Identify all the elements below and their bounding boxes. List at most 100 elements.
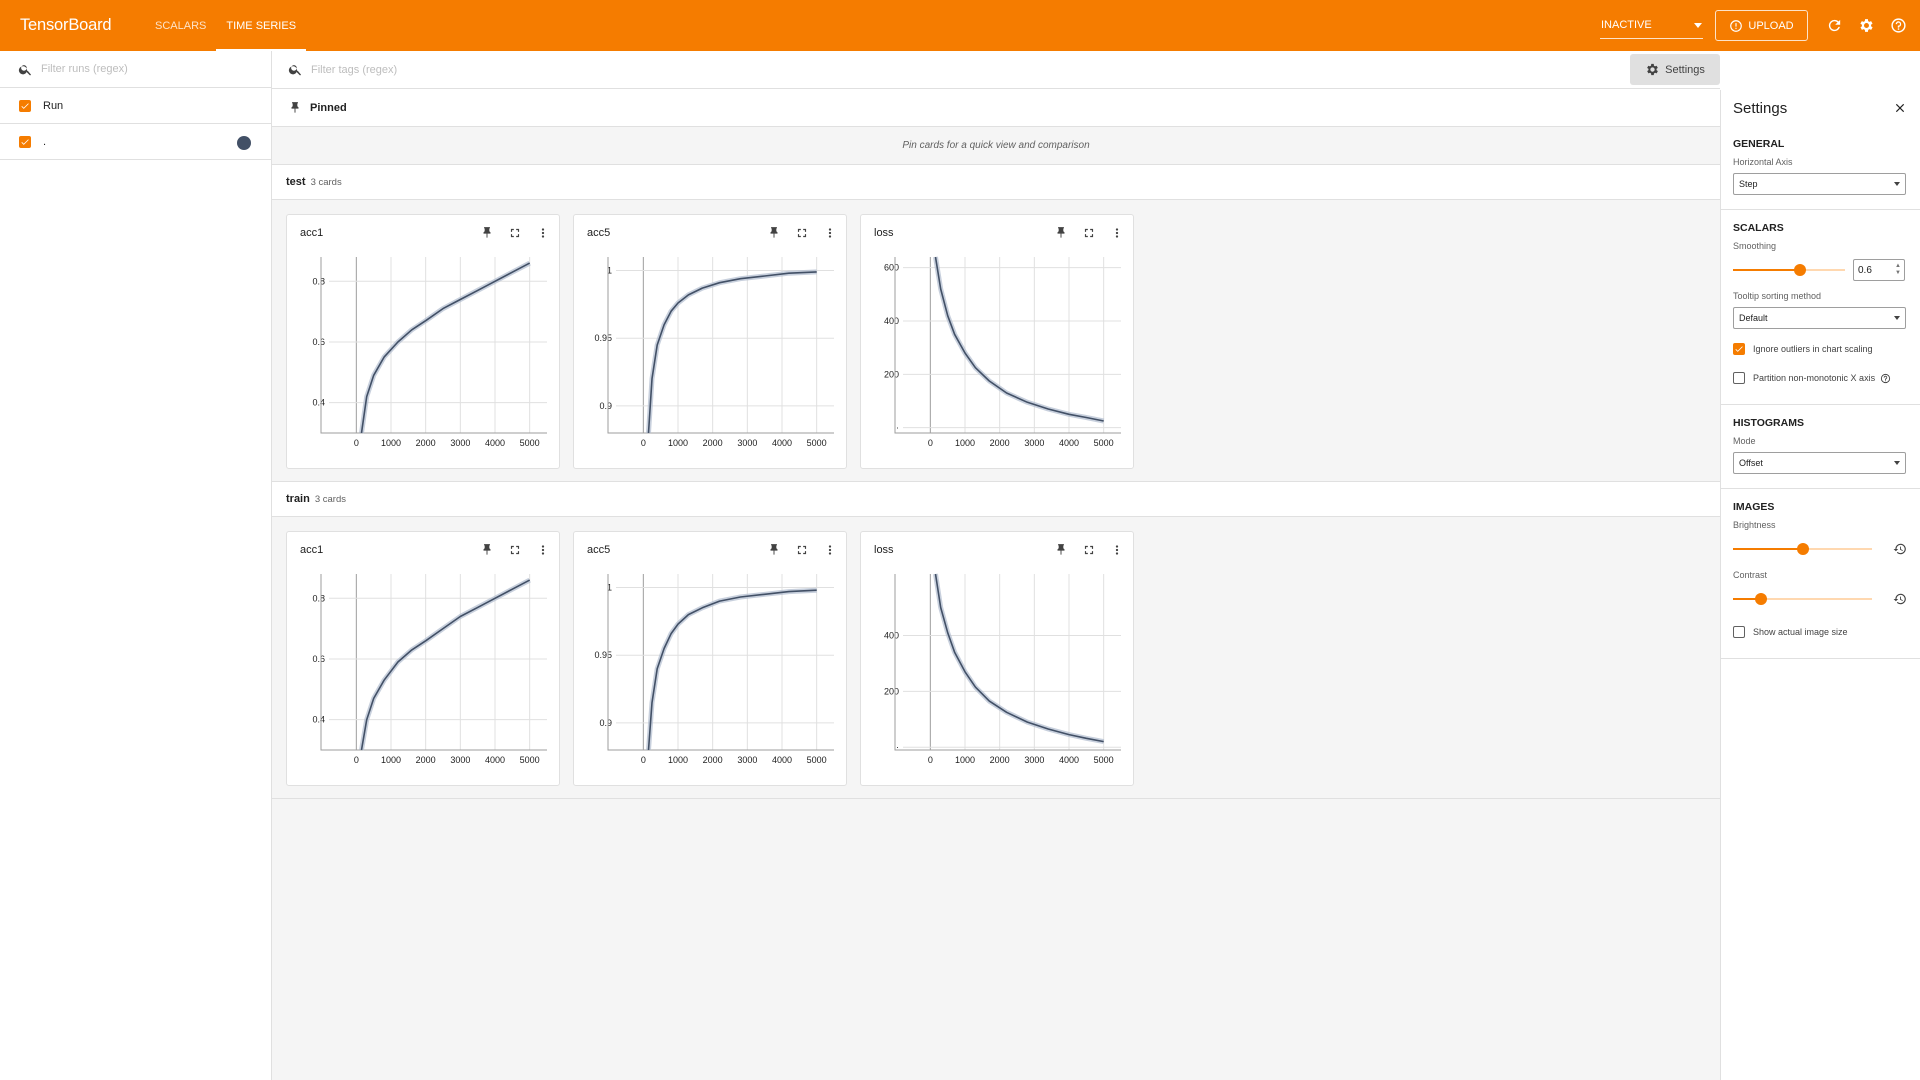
x-tick-label: 2000 (990, 438, 1010, 448)
pin-card-button[interactable] (479, 542, 495, 558)
help-outline-icon[interactable] (1880, 373, 1891, 384)
fullscreen-button[interactable] (1081, 542, 1097, 558)
fullscreen-button[interactable] (794, 225, 810, 241)
x-tick-label: 5000 (807, 755, 827, 765)
more-vert-icon (828, 228, 832, 238)
help-button[interactable] (1882, 10, 1914, 42)
reset-contrast-button[interactable] (1892, 591, 1908, 607)
smoothing-slider-thumb[interactable] (1794, 264, 1807, 276)
line-chart[interactable]: 0 1000 2000 3000 4000 5000 400 200 · (861, 570, 1135, 770)
x-tick-label: 5000 (520, 755, 540, 765)
tab-time-series[interactable]: TIME SERIES (216, 0, 306, 51)
tooltip-sorting-select[interactable]: Default (1733, 307, 1906, 329)
upload-label: UPLOAD (1748, 19, 1794, 32)
card-grid: acc1 0 1000 2000 3000 4000 5000 0.8 0.6 0.4 acc5 … (272, 517, 1720, 799)
pin-card-icon (483, 227, 491, 238)
y-tick-label: 400 (884, 630, 899, 640)
actual-size-row[interactable]: Show actual image size (1733, 620, 1908, 644)
actual-size-checkbox[interactable] (1733, 626, 1745, 638)
top-app-bar: TensorBoard SCALARS TIME SERIES INACTIVE… (0, 0, 1920, 51)
more-vert-button[interactable] (1109, 225, 1125, 241)
runs-filter-input[interactable]: Filter runs (regex) (41, 63, 128, 75)
axis-frame (320, 257, 547, 434)
fullscreen-icon (1084, 545, 1094, 555)
scalar-card-acc1: acc1 0 1000 2000 3000 4000 5000 0.8 0.6 0.4 (286, 214, 560, 469)
settings-panel: Settings GENERAL Horizontal Axis Step SC… (1720, 90, 1920, 1080)
ignore-outliers-checkbox[interactable] (1733, 343, 1745, 355)
runs-filter-bar[interactable]: Filter runs (regex) (0, 51, 271, 88)
x-tick-label: 4000 (772, 755, 792, 765)
horizontal-axis-select[interactable]: Step (1733, 173, 1906, 195)
x-tick-label: 0 (928, 438, 933, 448)
more-vert-icon (1115, 228, 1119, 238)
fullscreen-button[interactable] (794, 542, 810, 558)
select-all-runs-checkbox[interactable] (19, 99, 31, 112)
fullscreen-button[interactable] (1081, 225, 1097, 241)
line-chart[interactable]: 0 1000 2000 3000 4000 500010.950.9 (574, 253, 848, 453)
pin-card-button[interactable] (766, 542, 782, 558)
y-tick-label: 0.4 (312, 715, 325, 725)
reset-brightness-button[interactable] (1892, 541, 1908, 557)
inactive-select-label: INACTIVE (1601, 19, 1652, 31)
partition-row[interactable]: Partition non-monotonic X axis (1733, 366, 1908, 390)
scalar-card-acc5: acc5 0 1000 2000 3000 4000 5000 1 0.95 0.9 (573, 531, 847, 786)
line-chart[interactable]: 0 1000 2000 3000 4000 5000 0.8 0.6 0.4 (287, 570, 561, 770)
more-vert-button[interactable] (822, 542, 838, 558)
pin-card-button[interactable] (1053, 225, 1069, 241)
inactive-plugins-select[interactable]: INACTIVE (1600, 12, 1703, 39)
group-header-test[interactable]: test 3 cards (272, 165, 1720, 200)
contrast-slider[interactable] (1733, 592, 1873, 606)
settings-gear-button[interactable] (1850, 10, 1882, 42)
line-chart[interactable]: 0 1000 2000 3000 4000 500010.950.9 (574, 570, 848, 770)
raw-series-line (359, 577, 531, 751)
x-tick-label: 4000 (485, 438, 505, 448)
fullscreen-button[interactable] (507, 225, 523, 241)
run-checkbox[interactable] (19, 135, 31, 148)
more-vert-button[interactable] (1109, 542, 1125, 558)
run-color-swatch[interactable] (237, 136, 251, 150)
pin-card-icon (1057, 544, 1065, 555)
ignore-outliers-row[interactable]: Ignore outliers in chart scaling (1733, 337, 1908, 361)
smoothing-slider[interactable] (1733, 263, 1845, 277)
more-vert-button[interactable] (535, 225, 551, 241)
smoothing-input[interactable]: 0.6 ▲ ▼ (1853, 259, 1905, 281)
line-chart[interactable]: 0 1000 2000 3000 4000 5000 0.8 0.6 0.4 (287, 253, 561, 453)
x-tick-label: 4000 (1059, 438, 1079, 448)
pin-card-button[interactable] (766, 225, 782, 241)
settings-panel-header: Settings (1721, 90, 1920, 126)
x-tick-label: 4000 (1059, 755, 1079, 765)
app-brand: TensorBoard (20, 16, 112, 34)
close-icon[interactable] (1893, 101, 1907, 115)
chevron-down-icon (1894, 316, 1900, 320)
group-header-train[interactable]: train 3 cards (272, 482, 1720, 517)
pin-card-button[interactable] (479, 225, 495, 241)
pin-icon (291, 101, 299, 113)
partition-checkbox[interactable] (1733, 372, 1745, 384)
line-chart[interactable]: 0 1000 2000 3000 4000 5000 600 400 200 · (861, 253, 1135, 453)
card-title: acc1 (300, 544, 324, 556)
brightness-slider[interactable] (1733, 542, 1873, 556)
brightness-slider-thumb[interactable] (1796, 543, 1809, 555)
fullscreen-icon (1084, 228, 1094, 238)
x-tick-label: 2000 (416, 438, 436, 448)
card-title: acc5 (587, 227, 611, 239)
settings-toggle-button[interactable]: Settings (1630, 54, 1720, 85)
fullscreen-button[interactable] (507, 542, 523, 558)
reload-button[interactable] (1818, 10, 1850, 42)
more-vert-button[interactable] (822, 225, 838, 241)
more-vert-button[interactable] (535, 542, 551, 558)
contrast-slider-thumb[interactable] (1754, 593, 1767, 605)
upload-button[interactable]: UPLOAD (1715, 10, 1808, 41)
settings-images-section: IMAGES Brightness Contrast Show actual i… (1721, 489, 1920, 659)
tags-filter-bar[interactable]: Filter tags (regex) (272, 51, 1720, 89)
spinner-arrows-icon[interactable]: ▲ ▼ (1895, 263, 1901, 277)
group-card-count: 3 cards (314, 493, 346, 505)
runs-header-label: Run (43, 99, 64, 112)
fullscreen-icon (510, 545, 520, 555)
run-item[interactable]: . (0, 124, 271, 160)
tab-scalars[interactable]: SCALARS (145, 0, 216, 51)
mode-select[interactable]: Offset (1733, 452, 1906, 474)
x-tick-label: 5000 (1094, 755, 1114, 765)
pin-card-button[interactable] (1053, 542, 1069, 558)
tags-filter-input[interactable]: Filter tags (regex) (311, 64, 397, 76)
